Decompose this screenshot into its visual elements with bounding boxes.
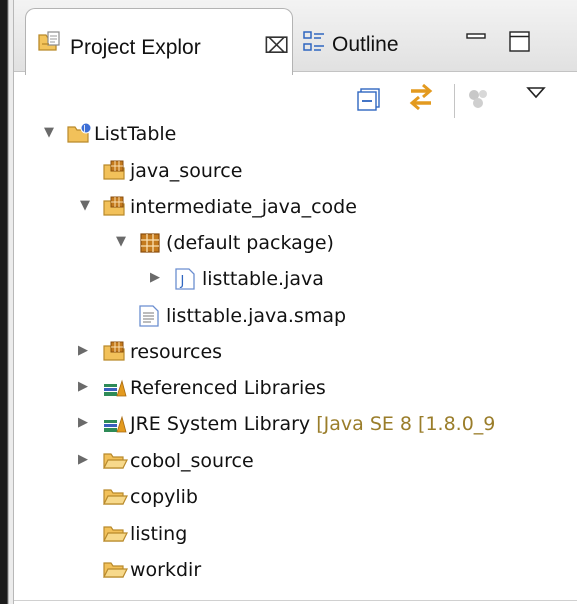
svg-text:J: J bbox=[180, 274, 185, 289]
tree-item-copylib[interactable]: copylib bbox=[14, 481, 577, 513]
text-file-icon bbox=[138, 304, 160, 332]
link-with-editor-icon[interactable] bbox=[406, 82, 436, 116]
tree-item-label: listtable.java.smap bbox=[166, 305, 347, 327]
expand-toggle-icon[interactable]: ▼ bbox=[44, 126, 58, 140]
filter-icon bbox=[466, 86, 492, 116]
tree-item-default-package[interactable]: ▼ (default package) bbox=[14, 227, 577, 259]
collapse-all-icon[interactable] bbox=[355, 85, 383, 117]
jre-version-decoration: [Java SE 8 [1.8.0_9 bbox=[316, 413, 496, 435]
expand-toggle-icon[interactable]: ▶ bbox=[150, 271, 164, 285]
tree-item-label: cobol_source bbox=[130, 450, 254, 472]
tree-item-label: (default package) bbox=[166, 232, 334, 254]
expand-toggle-icon[interactable]: ▶ bbox=[78, 380, 92, 394]
folder-icon bbox=[102, 449, 128, 477]
minimize-icon[interactable] bbox=[465, 30, 487, 56]
expand-toggle-icon[interactable]: ▼ bbox=[116, 235, 130, 249]
package-icon bbox=[138, 231, 162, 259]
tree-item-label: ListTable bbox=[94, 123, 177, 145]
folder-icon bbox=[102, 485, 128, 513]
tree-item-listtable-java[interactable]: ▶ J listtable.java bbox=[14, 263, 577, 295]
view-tab-bar: Project Explor ⌧ Outline bbox=[14, 0, 577, 75]
tree-item-label: listtable.java bbox=[202, 268, 324, 290]
tree-item-cobol-source[interactable]: ▶ cobol_source bbox=[14, 445, 577, 477]
tree-item-label: java_source bbox=[130, 160, 243, 182]
tree-item-resources[interactable]: ▶ resources bbox=[14, 336, 577, 368]
tab-label: Project Explor bbox=[70, 36, 201, 59]
tree-item-jre-system-library[interactable]: ▶ JRE System Library [Java SE 8 [1.8.0_9 bbox=[14, 408, 577, 440]
library-icon bbox=[102, 376, 128, 404]
tree-item-listtable-java-smap[interactable]: listtable.java.smap bbox=[14, 300, 577, 332]
source-folder-icon bbox=[102, 340, 128, 368]
tree-item-label: workdir bbox=[130, 559, 202, 581]
tree-item-referenced-libraries[interactable]: ▶ Referenced Libraries bbox=[14, 372, 577, 404]
tree-item-label: copylib bbox=[130, 486, 198, 508]
svg-text:J: J bbox=[82, 124, 85, 133]
tree-item-label: resources bbox=[130, 341, 223, 363]
tab-outline[interactable]: Outline bbox=[332, 30, 399, 60]
view-menu-icon[interactable] bbox=[526, 85, 546, 105]
tree-item-listtable[interactable]: ▼ J ListTable bbox=[14, 118, 577, 150]
java-project-icon: J bbox=[66, 122, 92, 150]
close-icon[interactable]: ⌧ bbox=[264, 33, 289, 61]
toolbar-separator bbox=[454, 84, 455, 118]
project-explorer-view: Project Explor ⌧ Outline ▼ J ListTable j… bbox=[13, 0, 577, 604]
view-bottom-border bbox=[14, 600, 577, 601]
folder-icon bbox=[102, 522, 128, 550]
tree-item-listing[interactable]: listing bbox=[14, 518, 577, 550]
expand-toggle-icon[interactable]: ▶ bbox=[78, 453, 92, 467]
source-folder-icon bbox=[102, 159, 128, 187]
tree-item-name: JRE System Library bbox=[130, 413, 311, 435]
java-file-icon: J bbox=[174, 267, 196, 295]
tree-item-label: listing bbox=[130, 523, 188, 545]
expand-toggle-icon[interactable]: ▼ bbox=[80, 199, 94, 213]
expand-toggle-icon[interactable]: ▶ bbox=[78, 344, 92, 358]
tree-item-label: intermediate_java_code bbox=[130, 196, 357, 218]
tree-item-label: JRE System Library [Java SE 8 [1.8.0_9 bbox=[130, 411, 495, 437]
maximize-icon[interactable] bbox=[508, 30, 532, 58]
folder-icon bbox=[102, 558, 128, 586]
tree-item-intermediate-java-code[interactable]: ▼ intermediate_java_code bbox=[14, 191, 577, 223]
tree-item-label: Referenced Libraries bbox=[130, 377, 326, 399]
project-explorer-icon bbox=[36, 30, 62, 60]
tree-item-workdir[interactable]: workdir bbox=[14, 554, 577, 586]
expand-toggle-icon[interactable]: ▶ bbox=[78, 416, 92, 430]
outline-icon[interactable] bbox=[302, 30, 326, 58]
tree-item-java-source[interactable]: java_source bbox=[14, 155, 577, 187]
tab-project-explorer[interactable]: Project Explor ⌧ bbox=[25, 8, 293, 75]
workbench-edge bbox=[0, 0, 13, 604]
source-folder-icon bbox=[102, 195, 128, 223]
library-icon bbox=[102, 412, 128, 440]
